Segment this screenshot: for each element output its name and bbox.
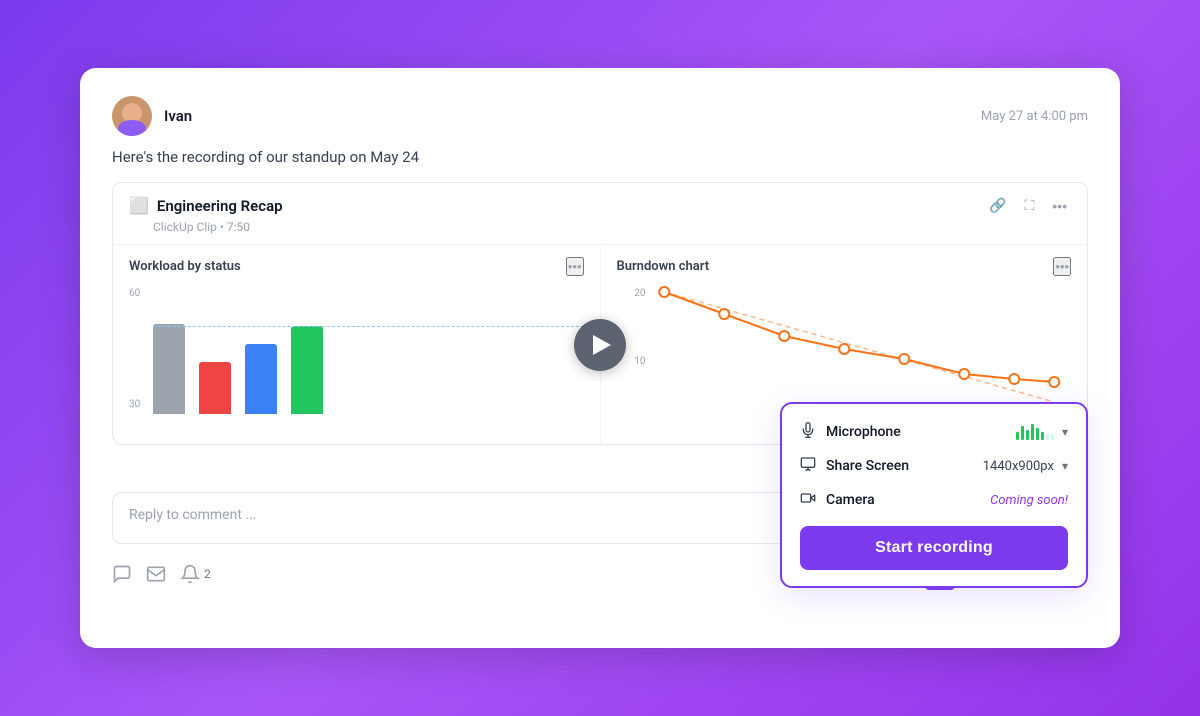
microphone-label: Microphone (826, 424, 901, 440)
bars-container (153, 284, 584, 414)
mic-bar-5 (1036, 428, 1039, 440)
share-screen-row-right: 1440x900px ▾ (983, 459, 1068, 474)
camera-row: Camera Coming soon! (800, 490, 1068, 510)
y-label-60: 60 (129, 288, 140, 299)
camera-label: Camera (826, 492, 875, 508)
clip-video-icon: ⬜ (129, 196, 149, 215)
avatar (112, 96, 152, 136)
svg-text:10: 10 (634, 356, 646, 367)
post-message: Here's the recording of our standup on M… (112, 148, 1088, 166)
author-name: Ivan (164, 107, 192, 125)
post-time: May 27 at 4:00 pm (981, 109, 1088, 124)
microphone-dropdown-arrow[interactable]: ▾ (1062, 425, 1068, 439)
mic-level-bars (1016, 424, 1054, 440)
y-label-30: 30 (129, 399, 140, 410)
mic-bar-1 (1016, 432, 1019, 440)
microphone-row: Microphone ▾ (800, 422, 1068, 442)
microphone-row-right: ▾ (1016, 424, 1068, 440)
microphone-row-left: Microphone (800, 422, 901, 442)
share-screen-label: Share Screen (826, 458, 909, 474)
share-screen-value: 1440x900px (983, 459, 1054, 474)
clip-actions: 🔗 ⛶ ••• (985, 195, 1071, 216)
workload-title-row: Workload by status ••• (129, 257, 584, 276)
clip-link-button[interactable]: 🔗 (985, 195, 1010, 216)
post-header: Ivan May 27 at 4:00 pm (112, 96, 1088, 136)
toolbar-left: 2 (112, 564, 211, 584)
burndown-svg: 20 10 (617, 284, 1072, 414)
bar-blue (245, 344, 277, 414)
play-button[interactable] (574, 319, 626, 371)
share-screen-row: Share Screen 1440x900px ▾ (800, 456, 1068, 476)
mic-bar-4 (1031, 424, 1034, 440)
play-triangle-icon (593, 335, 611, 355)
clip-meta: ClickUp Clip • 7:50 (113, 220, 1087, 244)
bar-green (291, 326, 323, 414)
camera-row-left: Camera (800, 490, 875, 510)
clip-header: ⬜ Engineering Recap 🔗 ⛶ ••• (113, 183, 1087, 220)
svg-text:20: 20 (634, 288, 646, 299)
share-screen-icon (800, 456, 816, 476)
mail-icon[interactable] (146, 564, 166, 584)
mic-bar-6 (1041, 432, 1044, 440)
bar-red (199, 362, 231, 414)
share-screen-row-left: Share Screen (800, 456, 909, 476)
microphone-icon (800, 422, 816, 442)
bell-icon[interactable]: 2 (180, 564, 211, 584)
burndown-title-row: Burndown chart ••• (617, 257, 1072, 276)
clip-expand-button[interactable]: ⛶ (1020, 195, 1038, 216)
start-recording-button[interactable]: Start recording (800, 526, 1068, 570)
camera-row-right: Coming soon! (990, 493, 1068, 508)
main-card: Ivan May 27 at 4:00 pm Here's the record… (80, 68, 1120, 648)
workload-chart-body: 60 30 (129, 284, 584, 414)
post-header-left: Ivan (112, 96, 192, 136)
camera-coming-soon: Coming soon! (990, 493, 1068, 508)
workload-chart-title: Workload by status (129, 259, 241, 274)
dashed-line (153, 326, 584, 327)
comment-placeholder: Reply to comment ... (129, 507, 256, 523)
burndown-chart-body: 20 10 (617, 284, 1072, 414)
notification-badge: 2 (204, 567, 211, 581)
recording-popup: Microphone ▾ (780, 402, 1088, 588)
workload-chart-panel: Workload by status ••• 60 30 (113, 245, 601, 444)
camera-popup-icon (800, 490, 816, 510)
clip-more-button[interactable]: ••• (1048, 196, 1071, 216)
burndown-chart-more[interactable]: ••• (1053, 257, 1071, 276)
chat-icon[interactable] (112, 564, 132, 584)
mic-bar-7 (1046, 434, 1049, 440)
burndown-chart-title: Burndown chart (617, 259, 710, 274)
mic-bar-3 (1026, 430, 1029, 440)
mic-bar-8 (1051, 434, 1054, 440)
bar-gray (153, 324, 185, 414)
mic-bar-2 (1021, 426, 1024, 440)
clip-header-left: ⬜ Engineering Recap (129, 196, 283, 215)
workload-chart-more[interactable]: ••• (566, 257, 584, 276)
share-screen-dropdown-arrow[interactable]: ▾ (1062, 459, 1068, 473)
clip-title: Engineering Recap (157, 197, 283, 215)
